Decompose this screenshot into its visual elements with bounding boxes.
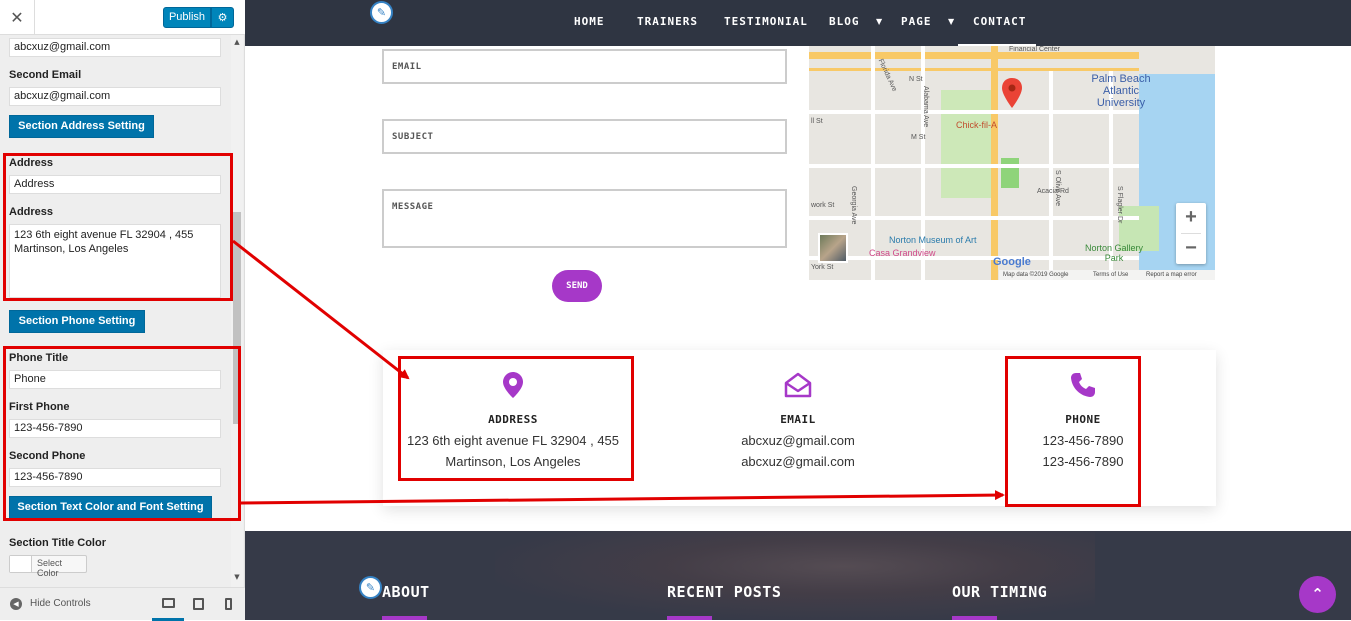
arrow-phone-to-info: [240, 490, 1005, 505]
annotation-arrows: [232, 239, 1005, 505]
arrow-address-to-info: [232, 239, 410, 380]
